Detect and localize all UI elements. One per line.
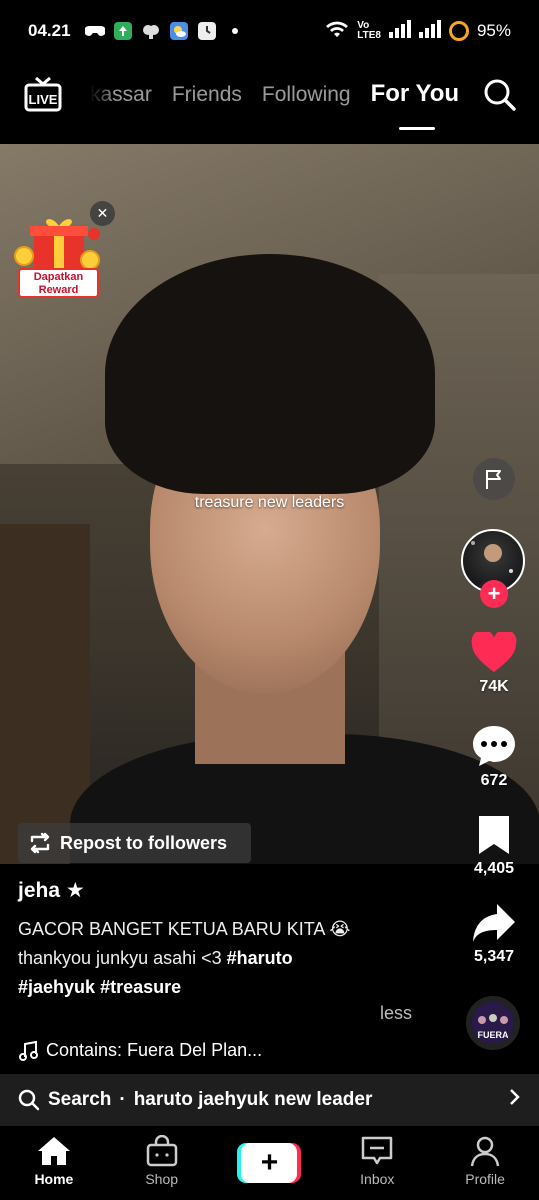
heart-icon (471, 632, 517, 672)
wifi-icon (325, 20, 349, 43)
nav-inbox[interactable]: Inbox (323, 1126, 431, 1200)
desc-line-1: GACOR BANGET KETUA BARU KITA 😭 (18, 919, 351, 939)
nav-inbox-label: Inbox (360, 1171, 395, 1187)
less-link[interactable]: less (380, 1003, 412, 1024)
share-count: 5,347 (473, 948, 515, 965)
gamepad-icon (84, 21, 105, 41)
tab-for-you[interactable]: For You (371, 80, 459, 130)
bookmark-count: 4,405 (473, 860, 515, 877)
hashtag-haruto[interactable]: #haruto (227, 948, 293, 968)
home-icon (37, 1137, 70, 1165)
post-description[interactable]: GACOR BANGET KETUA BARU KITA 😭 thankyou … (18, 915, 438, 1002)
signal-icon (388, 19, 411, 43)
music-title: Contains: Fuera Del Plan... (46, 1040, 263, 1060)
search-query: haruto jaehyuk new leader (133, 1089, 373, 1110)
repost-button[interactable]: Repost to followers (18, 823, 251, 863)
music-disc[interactable]: FUERA (466, 996, 520, 1050)
more-notifications-dot-icon (225, 21, 245, 41)
status-time: 04.21 (28, 21, 71, 40)
tab-following[interactable]: Following (262, 83, 351, 107)
live-icon[interactable]: LIVE (24, 76, 62, 112)
video-person-hair (105, 254, 435, 494)
reward-label[interactable]: Dapatkan Reward (18, 268, 99, 298)
tab-location[interactable]: kassar (90, 83, 152, 107)
share-icon (473, 904, 515, 942)
battery-icon (448, 21, 469, 41)
desc-line-2: thankyou junkyu asahi <3 (18, 948, 227, 968)
album-title: FUERA (478, 1030, 509, 1040)
nav-profile-label: Profile (465, 1171, 505, 1187)
like-count: 74K (479, 678, 509, 695)
nav-shop-label: Shop (145, 1171, 179, 1187)
clock-app-icon (197, 21, 217, 41)
close-icon[interactable]: ✕ (90, 201, 115, 226)
repost-label: Repost to followers (60, 832, 228, 853)
top-nav: LIVE kassar Friends Following For You (0, 62, 539, 144)
music-note-icon (19, 1040, 38, 1061)
search-separator: · (119, 1089, 126, 1110)
nav-home[interactable]: Home (0, 1126, 108, 1200)
share-button[interactable]: 5,347 (439, 902, 539, 966)
nav-profile[interactable]: Profile (431, 1126, 539, 1200)
weather-icon (169, 21, 189, 41)
comment-icon (473, 726, 515, 766)
profile-icon (470, 1136, 500, 1167)
music-info[interactable]: Contains: Fuera Del Plan... (18, 1040, 262, 1061)
video-overlay-text: treasure new leaders (194, 494, 345, 511)
chevron-right-icon (509, 1088, 521, 1112)
author-name[interactable]: jeha ★ (18, 878, 85, 903)
status-bar: 04.21 Vo LTE8 95% (0, 0, 539, 62)
bottom-nav: Home Shop + Inbox Profile (0, 1126, 539, 1200)
feed-tabs: kassar Friends Following For You (90, 80, 459, 130)
repost-icon (30, 832, 50, 854)
tab-friends[interactable]: Friends (172, 83, 242, 107)
plus-icon: + (241, 1143, 298, 1183)
bookmark-icon (479, 816, 509, 854)
update-icon (113, 21, 133, 41)
comment-count: 672 (480, 772, 508, 789)
create-button[interactable]: + (237, 1143, 302, 1183)
report-flag-button[interactable] (473, 458, 515, 500)
search-prefix: Search (48, 1089, 112, 1110)
flag-icon (486, 470, 501, 489)
hashtag-treasure[interactable]: #treasure (100, 977, 181, 997)
search-icon[interactable] (483, 78, 517, 112)
live-label: LIVE (29, 92, 58, 107)
nav-shop[interactable]: Shop (108, 1126, 216, 1200)
lte-label: LTE8 (357, 30, 381, 41)
album-art-icon: FUERA (472, 1002, 514, 1044)
comment-button[interactable]: 672 (439, 724, 539, 790)
network-type-label: Vo LTE8 (357, 21, 381, 41)
nav-home-label: Home (34, 1171, 74, 1187)
notification-icons (84, 21, 245, 41)
follow-button[interactable]: + (480, 580, 508, 608)
like-button[interactable]: 74K (439, 632, 539, 696)
system-icons: Vo LTE8 95% (325, 19, 511, 43)
cloud-icon (141, 21, 161, 41)
hashtag-jaehyuk[interactable]: #jaehyuk (18, 977, 95, 997)
nav-create[interactable]: + (216, 1126, 324, 1200)
shop-bag-icon (146, 1135, 177, 1167)
search-small-icon (18, 1089, 40, 1111)
battery-percent: 95% (476, 21, 511, 40)
bookmark-button[interactable]: 4,405 (439, 814, 539, 878)
related-search-bar[interactable]: Search · haruto jaehyuk new leader (0, 1074, 539, 1126)
signal-icon-sim2 (418, 19, 441, 43)
inbox-icon (362, 1136, 393, 1165)
